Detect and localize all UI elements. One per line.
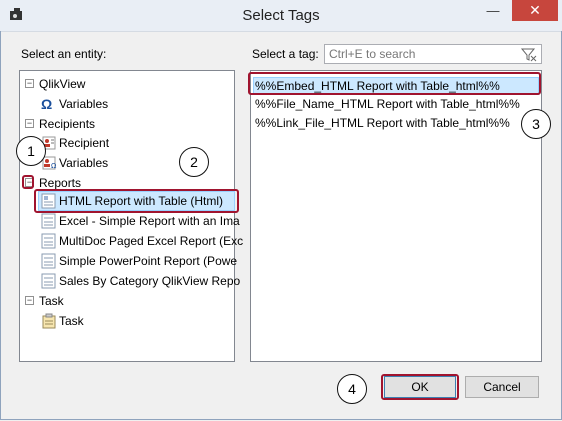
highlight-box-html-report	[34, 189, 239, 213]
close-button[interactable]: ✕	[512, 0, 558, 21]
report-icon	[41, 253, 56, 269]
tree-item-excel-report[interactable]: Excel - Simple Report with an Ima	[20, 212, 240, 230]
highlight-box-embed-tag	[248, 72, 541, 95]
tree-label: Variables	[59, 97, 109, 111]
tree-group-task[interactable]: − Task	[20, 292, 232, 310]
tree-label: Task	[59, 314, 84, 328]
tag-item-file-name[interactable]: %%File_Name_HTML Report with Table_html%…	[255, 95, 520, 113]
tree-label: Sales By Category QlikView Repo	[59, 274, 241, 288]
svg-text:Ω: Ω	[51, 162, 57, 170]
tag-label: Select a tag:	[252, 47, 319, 61]
report-icon	[41, 213, 56, 229]
ok-button[interactable]: OK	[384, 376, 456, 398]
tree-label: Excel - Simple Report with an Ima	[59, 214, 240, 228]
tree-label: Recipients	[39, 117, 96, 131]
tree-group-recipients[interactable]: − Recipients	[20, 115, 232, 133]
tree-label: Recipient	[59, 136, 110, 150]
tag-item-link-file[interactable]: %%Link_File_HTML Report with Table_html%…	[255, 114, 510, 132]
callout-1: 1	[16, 136, 46, 166]
highlight-box-reports-expander	[22, 175, 34, 189]
tree-label: Task	[39, 294, 64, 308]
callout-4: 4	[337, 374, 367, 404]
tag-search-box[interactable]	[324, 44, 542, 64]
task-icon	[42, 313, 56, 329]
collapse-icon[interactable]: −	[25, 119, 34, 128]
tree-item-sales-report[interactable]: Sales By Category QlikView Repo	[20, 272, 240, 290]
entity-tree[interactable]: − QlikView Ω Variables − Recipients Reci…	[19, 70, 243, 362]
tree-label: Variables	[59, 156, 109, 170]
entity-label: Select an entity:	[21, 47, 107, 61]
title-bar: Select Tags — ✕	[0, 0, 562, 32]
tree-label: QlikView	[39, 77, 86, 91]
tag-list[interactable]: %%Embed_HTML Report with Table_html%% %%…	[250, 70, 542, 362]
report-icon	[41, 273, 56, 289]
report-icon	[41, 233, 56, 249]
cancel-button[interactable]: Cancel	[465, 376, 539, 398]
tree-label: Simple PowerPoint Report (Powe	[59, 254, 238, 268]
tag-search-input[interactable]	[327, 46, 517, 62]
collapse-icon[interactable]: −	[25, 79, 34, 88]
tree-item-task[interactable]: Task	[20, 312, 232, 330]
omega-icon: Ω	[41, 96, 53, 112]
minimize-button[interactable]: —	[478, 1, 508, 21]
tree-group-qlikview[interactable]: − QlikView	[20, 75, 232, 93]
tree-item-qlikview-variables[interactable]: Ω Variables	[20, 95, 232, 113]
collapse-icon[interactable]: −	[25, 296, 34, 305]
tree-item-multidoc-report[interactable]: MultiDoc Paged Excel Report (Exc	[20, 232, 243, 250]
tree-item-powerpoint-report[interactable]: Simple PowerPoint Report (Powe	[20, 252, 237, 270]
callout-2: 2	[179, 147, 209, 177]
callout-3: 3	[521, 109, 551, 139]
filter-icon[interactable]	[518, 46, 540, 62]
tree-label: MultiDoc Paged Excel Report (Exc	[59, 234, 244, 248]
